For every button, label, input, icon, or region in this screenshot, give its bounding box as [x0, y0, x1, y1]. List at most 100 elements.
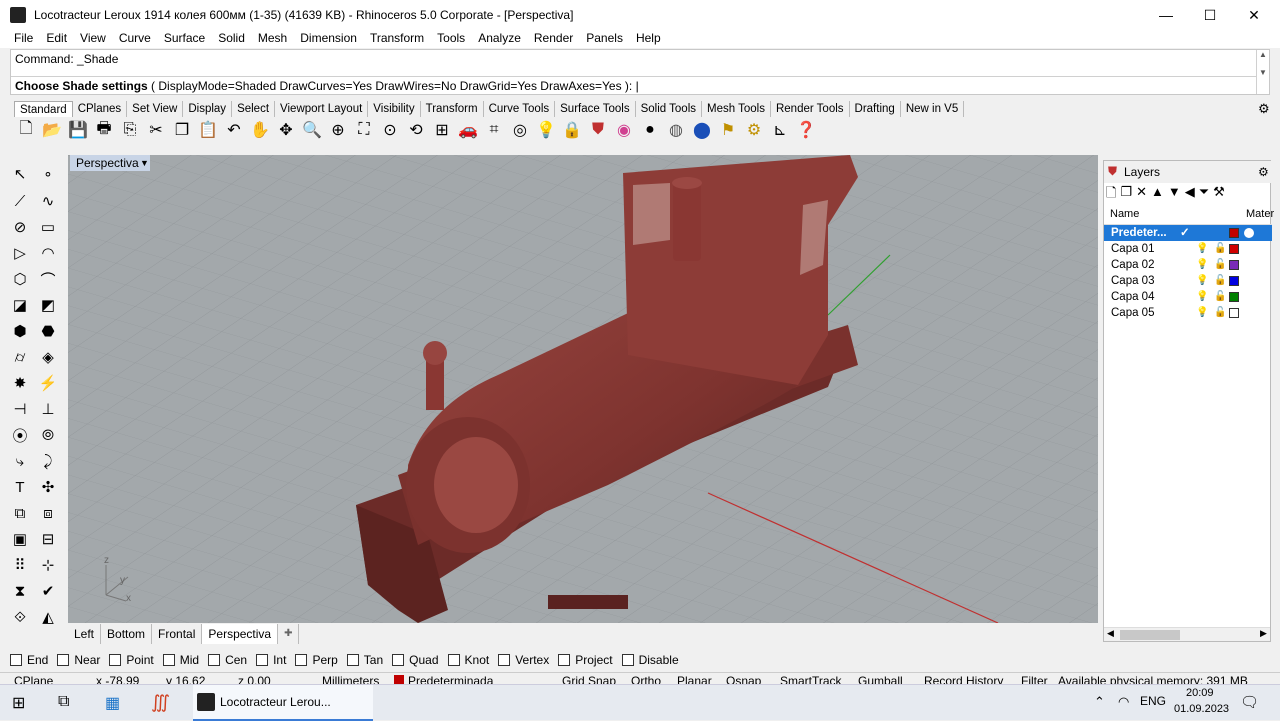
toolbar-settings-gear-icon[interactable]: ⚙ — [1258, 101, 1270, 117]
box-icon[interactable]: ⬢ — [8, 319, 32, 343]
scale-icon[interactable]: ⧈ — [36, 501, 60, 525]
shield-icon[interactable]: ⛊ — [586, 118, 610, 142]
tab-mesh-tools[interactable]: Mesh Tools — [702, 101, 771, 117]
viewport-canvas[interactable]: z y x — [68, 155, 1098, 623]
color-wheel-icon[interactable]: ◉ — [612, 118, 636, 142]
checkbox[interactable] — [10, 654, 22, 666]
minimize-button[interactable]: — — [1144, 0, 1188, 30]
osnap-vertex[interactable]: Vertex — [498, 653, 549, 667]
offset-icon[interactable]: ⤷ — [8, 449, 32, 473]
command-prompt-line[interactable]: Choose Shade settings ( DisplayMode=Shad… — [11, 76, 1257, 95]
checkbox[interactable] — [621, 654, 634, 666]
layer-color-swatch[interactable] — [1229, 260, 1239, 270]
clock-date[interactable]: 01.09.2023 — [1174, 703, 1229, 715]
checkbox[interactable] — [392, 654, 405, 666]
status-units[interactable]: Millimeters — [322, 674, 379, 684]
select-arrow-icon[interactable]: ↖ — [8, 162, 32, 186]
view-tab-perspectiva[interactable]: Perspectiva — [202, 624, 279, 644]
osnap-point[interactable]: Point — [109, 653, 154, 667]
unlock-icon[interactable]: 🔓 — [1214, 241, 1226, 257]
osnap-project[interactable]: Project — [558, 653, 613, 667]
osnap-knot[interactable]: Knot — [447, 653, 489, 667]
checkbox[interactable] — [57, 654, 70, 666]
zoom-icon[interactable]: 🔍 — [300, 118, 324, 142]
fillet-icon[interactable]: ⌒ — [36, 267, 60, 291]
layer-row-predeterminada[interactable]: Predeter... ✓ — [1104, 225, 1272, 241]
tab-display[interactable]: Display — [183, 101, 233, 117]
tab-new-in-v5[interactable]: New in V5 — [901, 101, 965, 117]
solid-box-icon[interactable]: ▣ — [8, 527, 32, 551]
rectangle-icon[interactable]: ▭ — [36, 215, 60, 239]
hexagon-icon[interactable]: ⬡ — [8, 267, 32, 291]
surface-icon[interactable]: ◪ — [8, 293, 32, 317]
dimension-icon[interactable]: ⊾ — [768, 118, 792, 142]
status-grid-snap[interactable]: Grid Snap — [562, 674, 616, 684]
layer-color-swatch[interactable] — [1229, 276, 1239, 286]
analyze-icon[interactable]: ⧗ — [8, 579, 32, 603]
copy-icon[interactable]: ❐ — [170, 118, 194, 142]
tab-visibility[interactable]: Visibility — [368, 101, 421, 117]
layer-color-swatch[interactable] — [1229, 292, 1239, 302]
open-icon[interactable]: 📂 — [40, 118, 64, 142]
point-tool-icon[interactable]: ∘ — [36, 162, 60, 186]
point-icon[interactable]: ◎ — [508, 118, 532, 142]
view-tab-frontal[interactable]: Frontal — [152, 624, 203, 644]
perspective-viewport[interactable]: z y x — [68, 155, 1098, 623]
layer-material-icon[interactable] — [1244, 228, 1254, 238]
menu-mesh[interactable]: Mesh — [258, 30, 287, 48]
polyline-icon[interactable]: ⟋ — [8, 189, 32, 213]
undo-icon[interactable]: ↶ — [222, 118, 246, 142]
menu-transform[interactable]: Transform — [370, 30, 424, 48]
panel-options-gear-icon[interactable]: ⚙ — [1258, 165, 1269, 179]
grid-snap-icon[interactable]: ⌗ — [482, 118, 506, 142]
grid-array-icon[interactable]: ⠿ — [8, 553, 32, 577]
group-icon[interactable]: ⦿ — [8, 423, 32, 447]
cut-icon[interactable]: ✂ — [144, 118, 168, 142]
checkbox[interactable] — [109, 654, 122, 666]
osnap-quad[interactable]: Quad — [392, 653, 439, 667]
command-scrollbar[interactable]: ▲ ▼ — [1256, 50, 1269, 94]
explode-icon[interactable]: ✸ — [8, 371, 32, 395]
rotate-view-icon[interactable]: ⟲ — [404, 118, 428, 142]
layers-horizontal-scrollbar[interactable]: ◀ ▶ — [1104, 627, 1270, 641]
visibility-bulb-icon[interactable]: 💡 — [1196, 257, 1208, 273]
osnap-mid[interactable]: Mid — [162, 653, 199, 667]
column-material[interactable]: Mater — [1246, 203, 1274, 225]
osnap-near[interactable]: Near — [57, 653, 100, 667]
tab-curve-tools[interactable]: Curve Tools — [484, 101, 556, 117]
move-view-icon[interactable]: ✥ — [274, 118, 298, 142]
layers-title[interactable]: Layers — [1124, 165, 1160, 179]
circle-icon[interactable]: ⊘ — [8, 215, 32, 239]
osnap-cen[interactable]: Cen — [208, 653, 247, 667]
arc-icon[interactable]: ◠ — [36, 241, 60, 265]
wifi-icon[interactable]: ◠ — [1118, 694, 1129, 710]
menu-surface[interactable]: Surface — [164, 30, 205, 48]
menu-panels[interactable]: Panels — [586, 30, 623, 48]
osnap-disable[interactable]: Disable — [621, 653, 679, 667]
pan-icon[interactable]: ✋ — [248, 118, 272, 142]
sphere-icon[interactable]: ⬤ — [690, 118, 714, 142]
visibility-bulb-icon[interactable]: 💡 — [1196, 305, 1208, 321]
check-icon[interactable]: ✔ — [36, 579, 60, 603]
column-name[interactable]: Name — [1110, 203, 1139, 225]
menu-solid[interactable]: Solid — [218, 30, 245, 48]
tab-select[interactable]: Select — [232, 101, 276, 117]
osnap-end[interactable]: End — [10, 653, 48, 667]
menu-curve[interactable]: Curve — [119, 30, 151, 48]
save-icon[interactable]: 💾 — [66, 118, 90, 142]
tray-chevron-up-icon[interactable]: ⌃ — [1094, 694, 1105, 710]
unlock-icon[interactable]: 🔓 — [1214, 273, 1226, 289]
light-icon[interactable]: 💡 — [534, 118, 558, 142]
command-options[interactable]: ( DisplayMode=Shaded DrawCurves=Yes Draw… — [148, 79, 632, 93]
layer-color-swatch[interactable] — [1229, 308, 1239, 318]
status-planar[interactable]: Planar — [677, 674, 712, 684]
status-gumball[interactable]: Gumball — [858, 674, 903, 684]
status-smarttrack[interactable]: SmartTrack — [780, 674, 842, 684]
lock-icon[interactable]: 🔒 — [560, 118, 584, 142]
view-tab-bottom[interactable]: Bottom — [101, 624, 153, 644]
calculator-icon[interactable]: ▦ — [105, 693, 120, 713]
tab-set-view[interactable]: Set View — [127, 101, 184, 117]
zoom-selected-icon[interactable]: ⊙ — [378, 118, 402, 142]
viewport-dropdown-icon[interactable]: ▼ — [140, 155, 149, 171]
text-tool-icon[interactable]: T — [8, 475, 32, 499]
